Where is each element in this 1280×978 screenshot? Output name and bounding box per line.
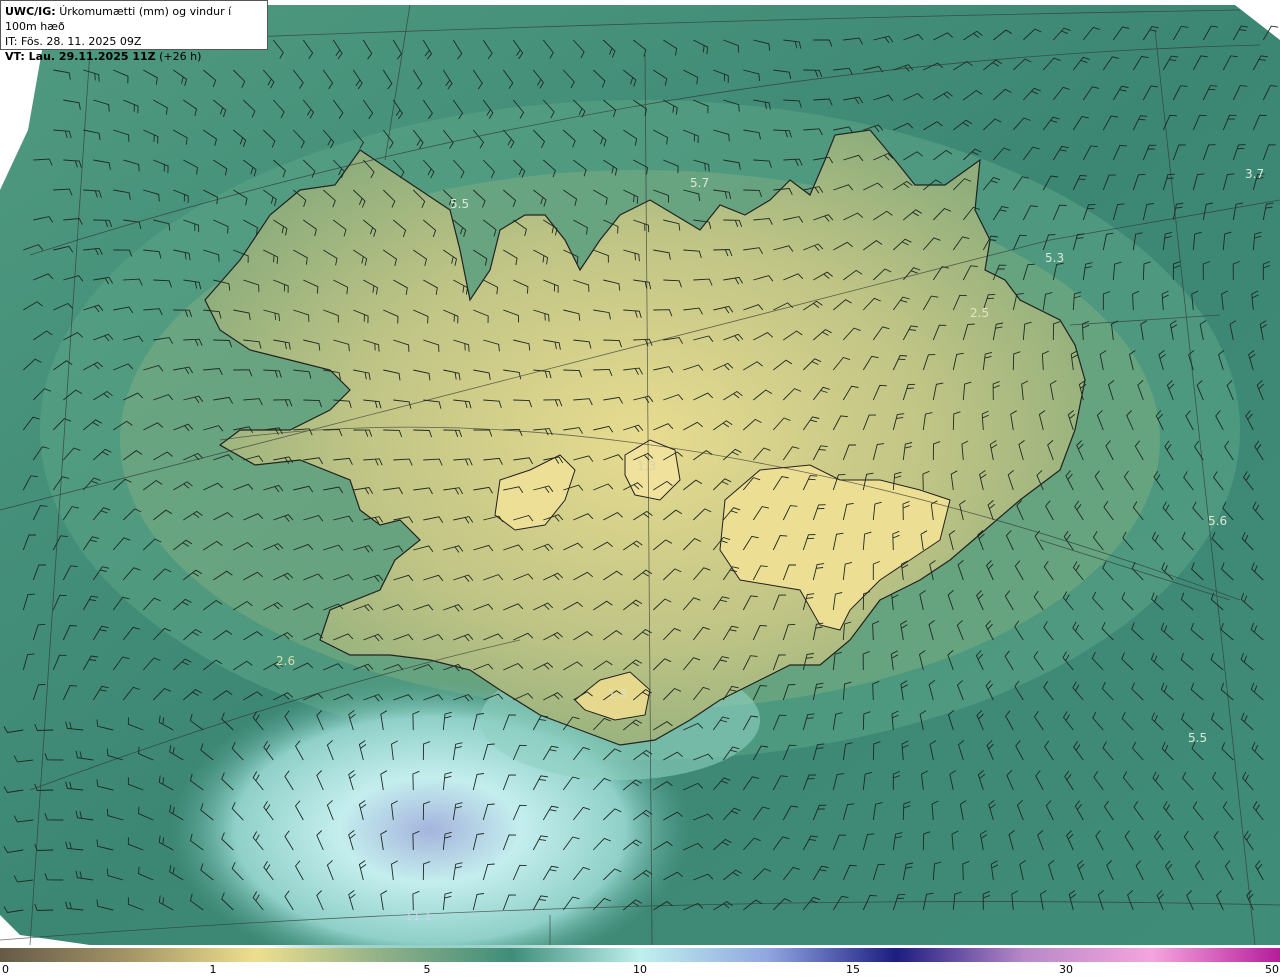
legend-tick: 0 xyxy=(2,963,9,976)
map-value-label: 5.3 xyxy=(1045,251,1064,265)
map-value-label: 5.5 xyxy=(1188,731,1207,745)
map-value-label: 3.7 xyxy=(1245,167,1264,181)
issue-time: IT: Fös. 28. 11. 2025 09Z xyxy=(5,35,142,48)
map-value-label: 1.8 xyxy=(608,687,627,701)
legend-tick: 50 xyxy=(1265,963,1279,976)
map-value-label: 5.5 xyxy=(450,197,469,211)
map-value-label: 2.6 xyxy=(276,654,295,668)
precip-color-legend xyxy=(0,948,1280,962)
legend-tick: 5 xyxy=(423,963,431,976)
map-value-label: 2.5 xyxy=(970,306,989,320)
map-value-label: 5.7 xyxy=(690,176,709,190)
legend-tick: 30 xyxy=(1059,963,1073,976)
map-value-label: 5.6 xyxy=(1208,514,1227,528)
legend-tick: 15 xyxy=(846,963,860,976)
map-value-label: 1.3 xyxy=(637,459,656,473)
legend-tick: 1 xyxy=(209,963,217,976)
valid-time: VT: Lau. 29.11.2025 11Z xyxy=(5,50,156,63)
forecast-offset: (+26 h) xyxy=(159,50,202,63)
model-name: UWC/IG: xyxy=(5,5,56,18)
weather-map: 5.5 5.7 3.7 5.3 2.5 1.3 1.8 2.6 5.6 5.5 … xyxy=(0,0,1280,948)
map-value-label: 11.1 xyxy=(405,909,432,923)
map-info-box: UWC/IG: Úrkomumætti (mm) og vindur í 100… xyxy=(0,0,268,63)
legend-tick: 10 xyxy=(633,963,647,976)
